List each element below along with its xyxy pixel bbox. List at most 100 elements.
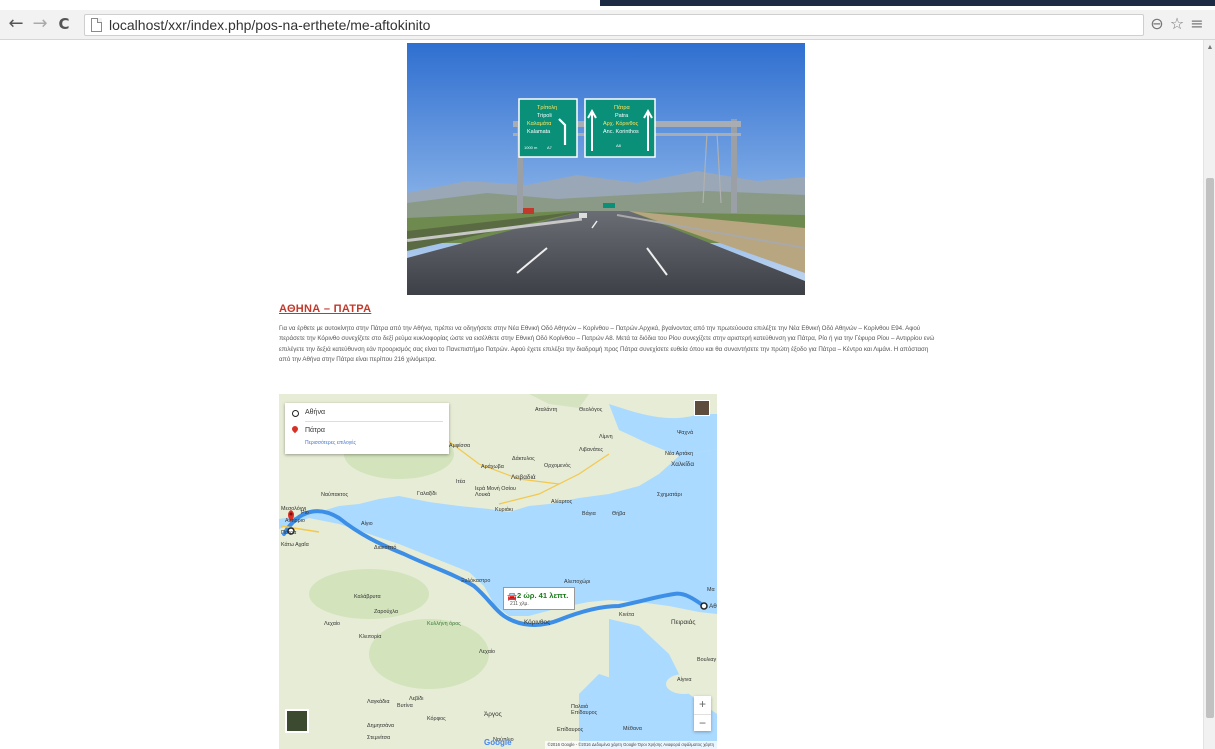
sign-right-line-1: Πάτρα <box>614 104 630 111</box>
sign-right-line-4: Anc. Korinthos <box>603 129 639 135</box>
map-label: Κόρφος <box>427 716 446 722</box>
map-label: Παλαιά Επίδαυρος <box>571 704 598 716</box>
map-label: Κυλλήνη όρος <box>427 621 461 627</box>
car-icon: 🚘 <box>507 592 517 601</box>
sign-right-line-2: Patra <box>615 113 629 119</box>
zoom-icon[interactable]: ⊖ <box>1147 14 1167 33</box>
destination-field[interactable]: Πάτρα <box>305 427 325 434</box>
sign-left-line-1: Τρίπολη <box>537 105 557 111</box>
scrollbar-thumb[interactable] <box>1206 178 1214 718</box>
map-label: Κόρινθος <box>524 619 551 626</box>
sign-left-line-2: Tripoli <box>537 113 552 119</box>
star-icon[interactable]: ☆ <box>1167 14 1187 33</box>
map-label: Αλεποχώρι <box>564 579 591 585</box>
map-label: Θεολόγος <box>579 407 603 413</box>
sign-left-line-4: Kalamata <box>527 129 551 135</box>
map-label: Άργος <box>484 711 502 718</box>
map-label: Στεμνίτσα <box>367 735 391 741</box>
map-label: Κάτω Αχαΐα <box>281 542 309 548</box>
sign-right-road: A8 <box>616 143 622 148</box>
map-label: Λιβανάτες <box>579 447 603 453</box>
map-label: Αταλάντη <box>535 407 558 413</box>
map-label: Πάτρα <box>281 530 297 536</box>
sign-left-line-3: Καλαμάτα <box>527 120 552 127</box>
address-bar[interactable]: localhost/xxr/index.php/pos-na-erthete/m… <box>84 14 1144 36</box>
origin-icon <box>292 410 299 417</box>
toolbar-actions: ⊖ ☆ ≡ <box>1147 14 1207 34</box>
google-logo: Google <box>484 738 512 747</box>
map-label: Λεχαίο <box>324 621 341 627</box>
route-duration-box[interactable]: 🚘 2 ώρ. 41 λεπτ. 211 χλμ. <box>503 587 575 610</box>
map-label: Λίμνη <box>599 434 613 440</box>
map-label: Ζαρούχλα <box>374 609 398 615</box>
map-label: Μεσολόγγι <box>281 506 307 512</box>
map-label: Δημητσάνα <box>367 723 395 729</box>
map-label: Θήβα <box>612 511 626 517</box>
google-map[interactable]: Αταλάντη Θεολόγος Λίμνη Ψαχνά Αμφίσσα Λι… <box>279 394 717 749</box>
directions-panel: Αθήνα Πάτρα Περισσότερες επιλογές <box>285 403 449 454</box>
article-body: Για να έρθετε με αυτοκίνητο στην Πάτρα α… <box>279 325 935 363</box>
map-label: Κυριάκι <box>495 507 513 513</box>
map-label: Αλίαρτος <box>551 499 573 505</box>
forward-arrow-icon[interactable]: → <box>30 14 50 34</box>
sign-left-distance: 1000 m <box>524 145 538 150</box>
map-label: Γαλαξίδι <box>417 491 437 497</box>
map-label: Καλάβρυτα <box>354 594 381 600</box>
sign-right-line-3: Αρχ. Κόρινθος <box>603 120 639 127</box>
hero-image-highway: Τρίπολη Tripoli Καλαμάτα Kalamata 1000 m… <box>407 43 805 295</box>
destination-pin-icon <box>290 424 300 434</box>
route-duration: 2 ώρ. 41 λεπτ. <box>517 591 569 600</box>
map-label: Κινέτα <box>619 612 635 618</box>
article-title[interactable]: ΑΘΗΝΑ – ΠΑΤΡΑ <box>279 303 371 315</box>
reload-icon[interactable]: C <box>54 14 74 34</box>
page-scrollbar[interactable]: ▲ <box>1203 40 1215 749</box>
map-label: Μέθανα <box>623 726 642 732</box>
map-label: Ψαχνά <box>677 430 694 436</box>
map-label: Κλειτορία <box>359 634 382 640</box>
map-label: Ιτέα <box>456 479 466 485</box>
zoom-in-button[interactable]: + <box>694 696 711 713</box>
sign-left-road: A7 <box>547 145 553 150</box>
page-icon <box>91 18 102 32</box>
back-arrow-icon[interactable]: ← <box>6 14 26 34</box>
map-label: Αμφίσσα <box>449 443 471 449</box>
map-label: Αίγινα <box>677 677 692 683</box>
map-label: Βουλιαγ <box>697 657 717 663</box>
map-label: Αίγιο <box>361 521 373 527</box>
page-content: Τρίπολη Tripoli Καλαμάτα Kalamata 1000 m… <box>0 40 1203 749</box>
map-label: Επίδαυρος <box>557 727 584 733</box>
map-label: Δάκτυλος <box>512 456 535 462</box>
map-label: Ναύπακτος <box>321 492 349 498</box>
map-label: Λεχαίο <box>479 649 496 655</box>
map-label: Αράχωβα <box>481 464 504 470</box>
directions-divider <box>305 421 443 422</box>
map-label: Λαγκάδια <box>367 699 390 705</box>
map-label: Βάγια <box>582 511 596 517</box>
zoom-control: + − <box>694 696 711 731</box>
map-label: Αθ <box>709 603 717 610</box>
map-label: Λειβαδιά <box>511 474 536 481</box>
browser-toolbar: ← → C localhost/xxr/index.php/pos-na-ert… <box>0 10 1215 40</box>
map-footer[interactable]: ©2016 Google - ©2016 Δεδομένα χάρτη Goog… <box>544 741 717 749</box>
origin-field[interactable]: Αθήνα <box>305 409 325 416</box>
map-label: Σχηματάρι <box>657 492 682 498</box>
map-label: Ιερά Μονή Οσίου Λουκά <box>475 486 516 498</box>
map-label: Ξυλόκαστρο <box>461 578 491 584</box>
url-text[interactable]: localhost/xxr/index.php/pos-na-erthete/m… <box>109 17 430 33</box>
scroll-up-arrow-icon[interactable]: ▲ <box>1204 42 1215 54</box>
satellite-toggle[interactable] <box>285 709 309 733</box>
map-label: Αντίρριο <box>285 518 305 524</box>
map-label: Μα <box>707 587 715 593</box>
menu-icon[interactable]: ≡ <box>1187 14 1207 33</box>
map-label: Νέα Αρτάκη <box>665 451 694 457</box>
map-label: Χαλκίδα <box>671 461 695 468</box>
window-top-strip <box>0 0 1215 10</box>
window-titlebar <box>600 0 1215 6</box>
map-label: Ορχομενός <box>544 463 571 469</box>
route-distance: 211 χλμ. <box>510 601 529 607</box>
zoom-out-button[interactable]: − <box>694 714 711 732</box>
map-label: Πειραιάς <box>671 619 696 626</box>
avatar[interactable] <box>694 400 710 416</box>
more-options-link[interactable]: Περισσότερες επιλογές <box>305 440 356 446</box>
map-label: Βυτίνα <box>397 703 413 709</box>
